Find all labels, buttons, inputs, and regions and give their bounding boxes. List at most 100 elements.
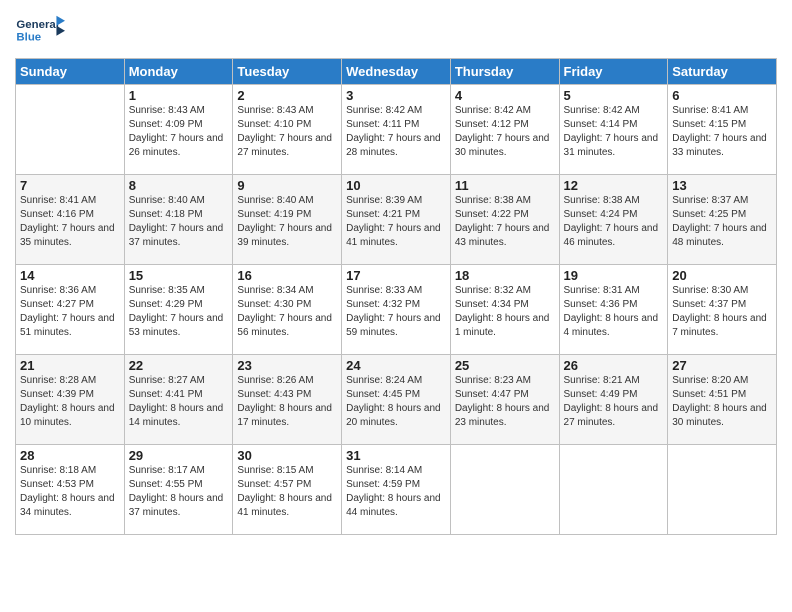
day-cell: 28Sunrise: 8:18 AMSunset: 4:53 PMDayligh… bbox=[16, 445, 125, 535]
weekday-header-saturday: Saturday bbox=[668, 59, 777, 85]
day-info: Sunrise: 8:26 AMSunset: 4:43 PMDaylight:… bbox=[237, 374, 337, 430]
day-cell: 21Sunrise: 8:28 AMSunset: 4:39 PMDayligh… bbox=[16, 355, 125, 445]
day-number: 29 bbox=[129, 448, 229, 463]
day-number: 14 bbox=[20, 268, 120, 283]
day-number: 20 bbox=[672, 268, 772, 283]
day-number: 31 bbox=[346, 448, 446, 463]
weekday-header-friday: Friday bbox=[559, 59, 668, 85]
day-info: Sunrise: 8:43 AMSunset: 4:10 PMDaylight:… bbox=[237, 104, 337, 160]
day-cell: 1Sunrise: 8:43 AMSunset: 4:09 PMDaylight… bbox=[124, 85, 233, 175]
day-number: 13 bbox=[672, 178, 772, 193]
day-cell: 20Sunrise: 8:30 AMSunset: 4:37 PMDayligh… bbox=[668, 265, 777, 355]
day-number: 2 bbox=[237, 88, 337, 103]
day-cell: 24Sunrise: 8:24 AMSunset: 4:45 PMDayligh… bbox=[342, 355, 451, 445]
day-info: Sunrise: 8:34 AMSunset: 4:30 PMDaylight:… bbox=[237, 284, 337, 340]
day-number: 27 bbox=[672, 358, 772, 373]
day-cell: 18Sunrise: 8:32 AMSunset: 4:34 PMDayligh… bbox=[450, 265, 559, 355]
day-info: Sunrise: 8:40 AMSunset: 4:19 PMDaylight:… bbox=[237, 194, 337, 250]
header: General Blue bbox=[15, 10, 777, 50]
day-cell: 5Sunrise: 8:42 AMSunset: 4:14 PMDaylight… bbox=[559, 85, 668, 175]
day-number: 26 bbox=[564, 358, 664, 373]
day-number: 7 bbox=[20, 178, 120, 193]
day-number: 28 bbox=[20, 448, 120, 463]
day-number: 12 bbox=[564, 178, 664, 193]
day-number: 15 bbox=[129, 268, 229, 283]
weekday-header-row: SundayMondayTuesdayWednesdayThursdayFrid… bbox=[16, 59, 777, 85]
day-info: Sunrise: 8:43 AMSunset: 4:09 PMDaylight:… bbox=[129, 104, 229, 160]
day-info: Sunrise: 8:36 AMSunset: 4:27 PMDaylight:… bbox=[20, 284, 120, 340]
day-info: Sunrise: 8:27 AMSunset: 4:41 PMDaylight:… bbox=[129, 374, 229, 430]
day-number: 17 bbox=[346, 268, 446, 283]
day-cell: 9Sunrise: 8:40 AMSunset: 4:19 PMDaylight… bbox=[233, 175, 342, 265]
day-number: 25 bbox=[455, 358, 555, 373]
day-number: 10 bbox=[346, 178, 446, 193]
day-info: Sunrise: 8:28 AMSunset: 4:39 PMDaylight:… bbox=[20, 374, 120, 430]
weekday-header-wednesday: Wednesday bbox=[342, 59, 451, 85]
day-number: 22 bbox=[129, 358, 229, 373]
day-number: 21 bbox=[20, 358, 120, 373]
day-cell bbox=[668, 445, 777, 535]
day-cell: 14Sunrise: 8:36 AMSunset: 4:27 PMDayligh… bbox=[16, 265, 125, 355]
day-info: Sunrise: 8:15 AMSunset: 4:57 PMDaylight:… bbox=[237, 464, 337, 520]
day-number: 23 bbox=[237, 358, 337, 373]
day-number: 1 bbox=[129, 88, 229, 103]
day-number: 16 bbox=[237, 268, 337, 283]
day-cell: 13Sunrise: 8:37 AMSunset: 4:25 PMDayligh… bbox=[668, 175, 777, 265]
weekday-header-thursday: Thursday bbox=[450, 59, 559, 85]
day-info: Sunrise: 8:42 AMSunset: 4:14 PMDaylight:… bbox=[564, 104, 664, 160]
day-cell: 3Sunrise: 8:42 AMSunset: 4:11 PMDaylight… bbox=[342, 85, 451, 175]
day-info: Sunrise: 8:38 AMSunset: 4:24 PMDaylight:… bbox=[564, 194, 664, 250]
logo: General Blue bbox=[15, 10, 65, 50]
day-cell: 22Sunrise: 8:27 AMSunset: 4:41 PMDayligh… bbox=[124, 355, 233, 445]
day-cell: 31Sunrise: 8:14 AMSunset: 4:59 PMDayligh… bbox=[342, 445, 451, 535]
week-row-1: 1Sunrise: 8:43 AMSunset: 4:09 PMDaylight… bbox=[16, 85, 777, 175]
svg-text:General: General bbox=[16, 19, 58, 31]
day-number: 18 bbox=[455, 268, 555, 283]
day-number: 11 bbox=[455, 178, 555, 193]
day-number: 5 bbox=[564, 88, 664, 103]
day-info: Sunrise: 8:30 AMSunset: 4:37 PMDaylight:… bbox=[672, 284, 772, 340]
day-cell: 8Sunrise: 8:40 AMSunset: 4:18 PMDaylight… bbox=[124, 175, 233, 265]
weekday-header-monday: Monday bbox=[124, 59, 233, 85]
day-cell: 17Sunrise: 8:33 AMSunset: 4:32 PMDayligh… bbox=[342, 265, 451, 355]
day-number: 6 bbox=[672, 88, 772, 103]
day-info: Sunrise: 8:42 AMSunset: 4:12 PMDaylight:… bbox=[455, 104, 555, 160]
day-info: Sunrise: 8:33 AMSunset: 4:32 PMDaylight:… bbox=[346, 284, 446, 340]
day-cell bbox=[16, 85, 125, 175]
day-number: 19 bbox=[564, 268, 664, 283]
logo-icon: General Blue bbox=[15, 10, 65, 50]
calendar-table: SundayMondayTuesdayWednesdayThursdayFrid… bbox=[15, 58, 777, 535]
day-cell bbox=[559, 445, 668, 535]
day-cell: 10Sunrise: 8:39 AMSunset: 4:21 PMDayligh… bbox=[342, 175, 451, 265]
day-cell: 4Sunrise: 8:42 AMSunset: 4:12 PMDaylight… bbox=[450, 85, 559, 175]
weekday-header-tuesday: Tuesday bbox=[233, 59, 342, 85]
day-info: Sunrise: 8:42 AMSunset: 4:11 PMDaylight:… bbox=[346, 104, 446, 160]
day-cell: 27Sunrise: 8:20 AMSunset: 4:51 PMDayligh… bbox=[668, 355, 777, 445]
day-info: Sunrise: 8:24 AMSunset: 4:45 PMDaylight:… bbox=[346, 374, 446, 430]
day-number: 30 bbox=[237, 448, 337, 463]
day-cell: 6Sunrise: 8:41 AMSunset: 4:15 PMDaylight… bbox=[668, 85, 777, 175]
day-number: 4 bbox=[455, 88, 555, 103]
day-info: Sunrise: 8:31 AMSunset: 4:36 PMDaylight:… bbox=[564, 284, 664, 340]
day-cell: 19Sunrise: 8:31 AMSunset: 4:36 PMDayligh… bbox=[559, 265, 668, 355]
week-row-5: 28Sunrise: 8:18 AMSunset: 4:53 PMDayligh… bbox=[16, 445, 777, 535]
week-row-4: 21Sunrise: 8:28 AMSunset: 4:39 PMDayligh… bbox=[16, 355, 777, 445]
day-info: Sunrise: 8:17 AMSunset: 4:55 PMDaylight:… bbox=[129, 464, 229, 520]
day-cell: 23Sunrise: 8:26 AMSunset: 4:43 PMDayligh… bbox=[233, 355, 342, 445]
day-info: Sunrise: 8:39 AMSunset: 4:21 PMDaylight:… bbox=[346, 194, 446, 250]
day-info: Sunrise: 8:23 AMSunset: 4:47 PMDaylight:… bbox=[455, 374, 555, 430]
day-cell: 12Sunrise: 8:38 AMSunset: 4:24 PMDayligh… bbox=[559, 175, 668, 265]
day-number: 8 bbox=[129, 178, 229, 193]
day-number: 24 bbox=[346, 358, 446, 373]
day-cell: 7Sunrise: 8:41 AMSunset: 4:16 PMDaylight… bbox=[16, 175, 125, 265]
day-info: Sunrise: 8:41 AMSunset: 4:15 PMDaylight:… bbox=[672, 104, 772, 160]
day-cell: 11Sunrise: 8:38 AMSunset: 4:22 PMDayligh… bbox=[450, 175, 559, 265]
week-row-3: 14Sunrise: 8:36 AMSunset: 4:27 PMDayligh… bbox=[16, 265, 777, 355]
day-cell: 15Sunrise: 8:35 AMSunset: 4:29 PMDayligh… bbox=[124, 265, 233, 355]
day-cell: 2Sunrise: 8:43 AMSunset: 4:10 PMDaylight… bbox=[233, 85, 342, 175]
svg-text:Blue: Blue bbox=[16, 32, 41, 44]
day-number: 9 bbox=[237, 178, 337, 193]
day-info: Sunrise: 8:32 AMSunset: 4:34 PMDaylight:… bbox=[455, 284, 555, 340]
day-cell: 26Sunrise: 8:21 AMSunset: 4:49 PMDayligh… bbox=[559, 355, 668, 445]
day-info: Sunrise: 8:14 AMSunset: 4:59 PMDaylight:… bbox=[346, 464, 446, 520]
